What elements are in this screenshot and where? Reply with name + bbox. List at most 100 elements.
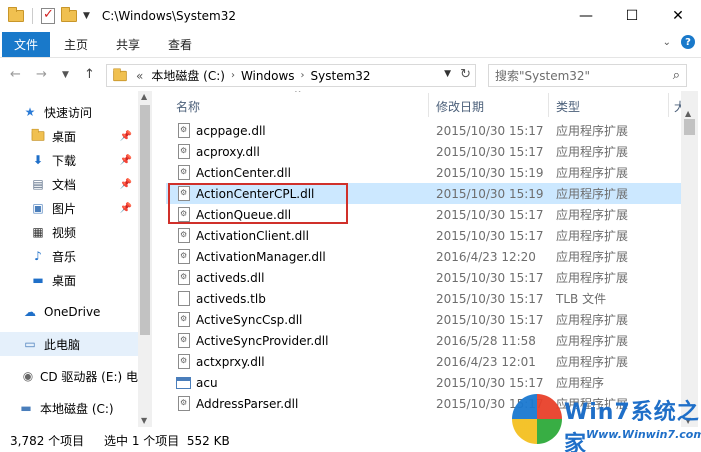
- disk-icon: ▬: [20, 401, 32, 415]
- pin-icon[interactable]: 📌: [120, 179, 132, 190]
- table-row[interactable]: acproxy.dll 2015/10/30 15:17 应用程序扩展: [166, 141, 681, 162]
- sidebar-item-this-pc[interactable]: ▭ 此电脑: [0, 332, 138, 356]
- sidebar-item-downloads[interactable]: ⬇ 下载 📌: [0, 148, 138, 172]
- back-arrow-icon[interactable]: ←: [10, 67, 21, 82]
- sidebar-item-label: OneDrive: [44, 305, 101, 319]
- close-button[interactable]: ✕: [655, 0, 701, 32]
- help-icon[interactable]: ?: [681, 35, 695, 49]
- table-row[interactable]: acppage.dll 2015/10/30 15:17 应用程序扩展: [166, 120, 681, 141]
- sidebar-item-cd-drive[interactable]: ◉ CD 驱动器 (E:) 电: [0, 364, 138, 388]
- forward-arrow-icon[interactable]: →: [36, 67, 47, 82]
- sidebar-item-local-disk[interactable]: ▬ 本地磁盘 (C:): [0, 396, 138, 420]
- sidebar-item-label: 桌面: [52, 129, 77, 144]
- file-date: 2015/10/30 15:17: [436, 144, 544, 159]
- file-date: 2015/10/30 15:19: [436, 165, 544, 180]
- refresh-icon[interactable]: ↻: [460, 67, 471, 82]
- sidebar-item-quick-access[interactable]: ★ 快速访问: [0, 100, 138, 124]
- chevron-right-icon[interactable]: ›: [299, 70, 307, 81]
- minimize-button[interactable]: —: [563, 0, 609, 32]
- search-input[interactable]: 搜索"System32" ⌕: [488, 64, 687, 87]
- sidebar-item-videos[interactable]: ▦ 视频: [0, 220, 138, 244]
- search-placeholder: 搜索"System32": [495, 69, 591, 83]
- customize-toolbar-icon[interactable]: ▼: [83, 11, 90, 21]
- address-dropdown-icon[interactable]: ▼: [444, 69, 451, 79]
- sidebar-scrollbar[interactable]: ▲ ▼: [138, 91, 152, 427]
- computer-icon: ▭: [24, 337, 36, 351]
- file-type: 应用程序扩展: [556, 229, 629, 243]
- scroll-thumb[interactable]: [684, 119, 695, 135]
- tab-view[interactable]: 查看: [154, 32, 206, 57]
- table-row[interactable]: ActiveSyncProvider.dll 2016/5/28 11:58 应用程…: [166, 330, 681, 351]
- breadcrumb-system32[interactable]: System32: [307, 69, 375, 83]
- file-type: TLB 文件: [556, 292, 607, 306]
- video-icon: ▦: [32, 225, 44, 239]
- breadcrumb-overflow[interactable]: «: [128, 69, 147, 83]
- table-row[interactable]: ActiveSyncCsp.dll 2015/10/30 15:17 应用程序扩展: [166, 309, 681, 330]
- dll-file-icon: [178, 144, 190, 159]
- file-type: 应用程序扩展: [556, 250, 629, 264]
- table-row[interactable]: ActivationManager.dll 2016/4/23 12:20 应用程序…: [166, 246, 681, 267]
- recent-locations-icon[interactable]: ▼: [62, 70, 69, 80]
- sidebar-item-documents[interactable]: ▤ 文档 📌: [0, 172, 138, 196]
- column-header-type[interactable]: 类型: [556, 98, 580, 115]
- file-list-scrollbar[interactable]: ▲ ▼: [681, 91, 698, 427]
- chevron-right-icon[interactable]: ›: [229, 70, 237, 81]
- sidebar-item-desktop-2[interactable]: ▬ 桌面: [0, 268, 138, 292]
- column-header-size[interactable]: 大: [674, 98, 681, 115]
- dll-file-icon: [178, 396, 190, 411]
- column-divider[interactable]: [668, 93, 669, 117]
- dll-file-icon: [178, 249, 190, 264]
- sidebar-item-label: 文档: [52, 177, 77, 192]
- pin-icon[interactable]: 📌: [120, 131, 132, 142]
- file-name: ActivationManager.dll: [196, 249, 326, 264]
- dll-file-icon: [178, 354, 190, 369]
- table-row[interactable]: ActionCenter.dll 2015/10/30 15:19 应用程序扩展: [166, 162, 681, 183]
- tab-file[interactable]: 文件: [2, 32, 51, 57]
- tab-share[interactable]: 共享: [102, 32, 154, 57]
- file-name: acu: [196, 375, 218, 390]
- sidebar-item-pictures[interactable]: ▣ 图片 📌: [0, 196, 138, 220]
- column-divider[interactable]: [428, 93, 429, 117]
- document-icon: ▤: [32, 177, 44, 191]
- pin-icon[interactable]: 📌: [120, 203, 132, 214]
- address-bar[interactable]: « 本地磁盘 (C:) › Windows › System32 ▼ ↻: [106, 64, 476, 87]
- breadcrumb-local-disk[interactable]: 本地磁盘 (C:): [147, 67, 229, 84]
- file-date: 2016/4/23 12:01: [436, 354, 536, 369]
- sidebar-item-label: 本地磁盘 (C:): [40, 401, 114, 416]
- sidebar-item-onedrive[interactable]: ☁ OneDrive: [0, 300, 138, 324]
- column-header-date[interactable]: 修改日期: [436, 98, 484, 115]
- file-type: 应用程序扩展: [556, 313, 629, 327]
- scroll-up-icon[interactable]: ▲: [685, 109, 691, 118]
- tab-home[interactable]: 主页: [50, 32, 102, 57]
- scroll-up-icon[interactable]: ▲: [141, 92, 147, 101]
- folder-icon: [30, 128, 46, 143]
- maximize-button[interactable]: ☐: [609, 0, 655, 32]
- pin-icon[interactable]: 📌: [120, 155, 132, 166]
- file-name: actxprxy.dll: [196, 354, 265, 369]
- table-row[interactable]: ActivationClient.dll 2015/10/30 15:17 应用程序…: [166, 225, 681, 246]
- sidebar-item-music[interactable]: ♪ 音乐: [0, 244, 138, 268]
- search-icon[interactable]: ⌕: [673, 68, 680, 83]
- properties-icon[interactable]: [41, 7, 55, 24]
- file-type: 应用程序扩展: [556, 187, 629, 201]
- music-icon: ♪: [34, 249, 42, 263]
- table-row[interactable]: activeds.dll 2015/10/30 15:17 应用程序扩展: [166, 267, 681, 288]
- file-date: 2016/4/23 12:20: [436, 249, 536, 264]
- column-divider[interactable]: [548, 93, 549, 117]
- file-type: 应用程序扩展: [556, 334, 629, 348]
- up-arrow-icon[interactable]: ↑: [84, 67, 95, 82]
- table-row[interactable]: activeds.tlb 2015/10/30 15:17 TLB 文件: [166, 288, 681, 309]
- sidebar-item-desktop[interactable]: 桌面 📌: [0, 124, 138, 148]
- sidebar-item-label: 此电脑: [44, 337, 81, 352]
- breadcrumb-windows[interactable]: Windows: [237, 69, 299, 83]
- expand-ribbon-icon[interactable]: ⌄: [663, 37, 671, 48]
- file-name: acproxy.dll: [196, 144, 260, 159]
- new-folder-icon[interactable]: [61, 7, 77, 22]
- column-header-name[interactable]: 名称: [176, 98, 200, 115]
- folder-icon[interactable]: [8, 7, 24, 22]
- ribbon-tabs: 文件 主页 共享 查看 ⌄ ?: [0, 32, 701, 57]
- table-row[interactable]: actxprxy.dll 2016/4/23 12:01 应用程序扩展: [166, 351, 681, 372]
- scroll-thumb[interactable]: [140, 105, 150, 335]
- scroll-down-icon[interactable]: ▼: [141, 416, 147, 425]
- file-list: ^ 名称 修改日期 类型 大 acppage.dll 2015/10/30 15:…: [166, 91, 681, 427]
